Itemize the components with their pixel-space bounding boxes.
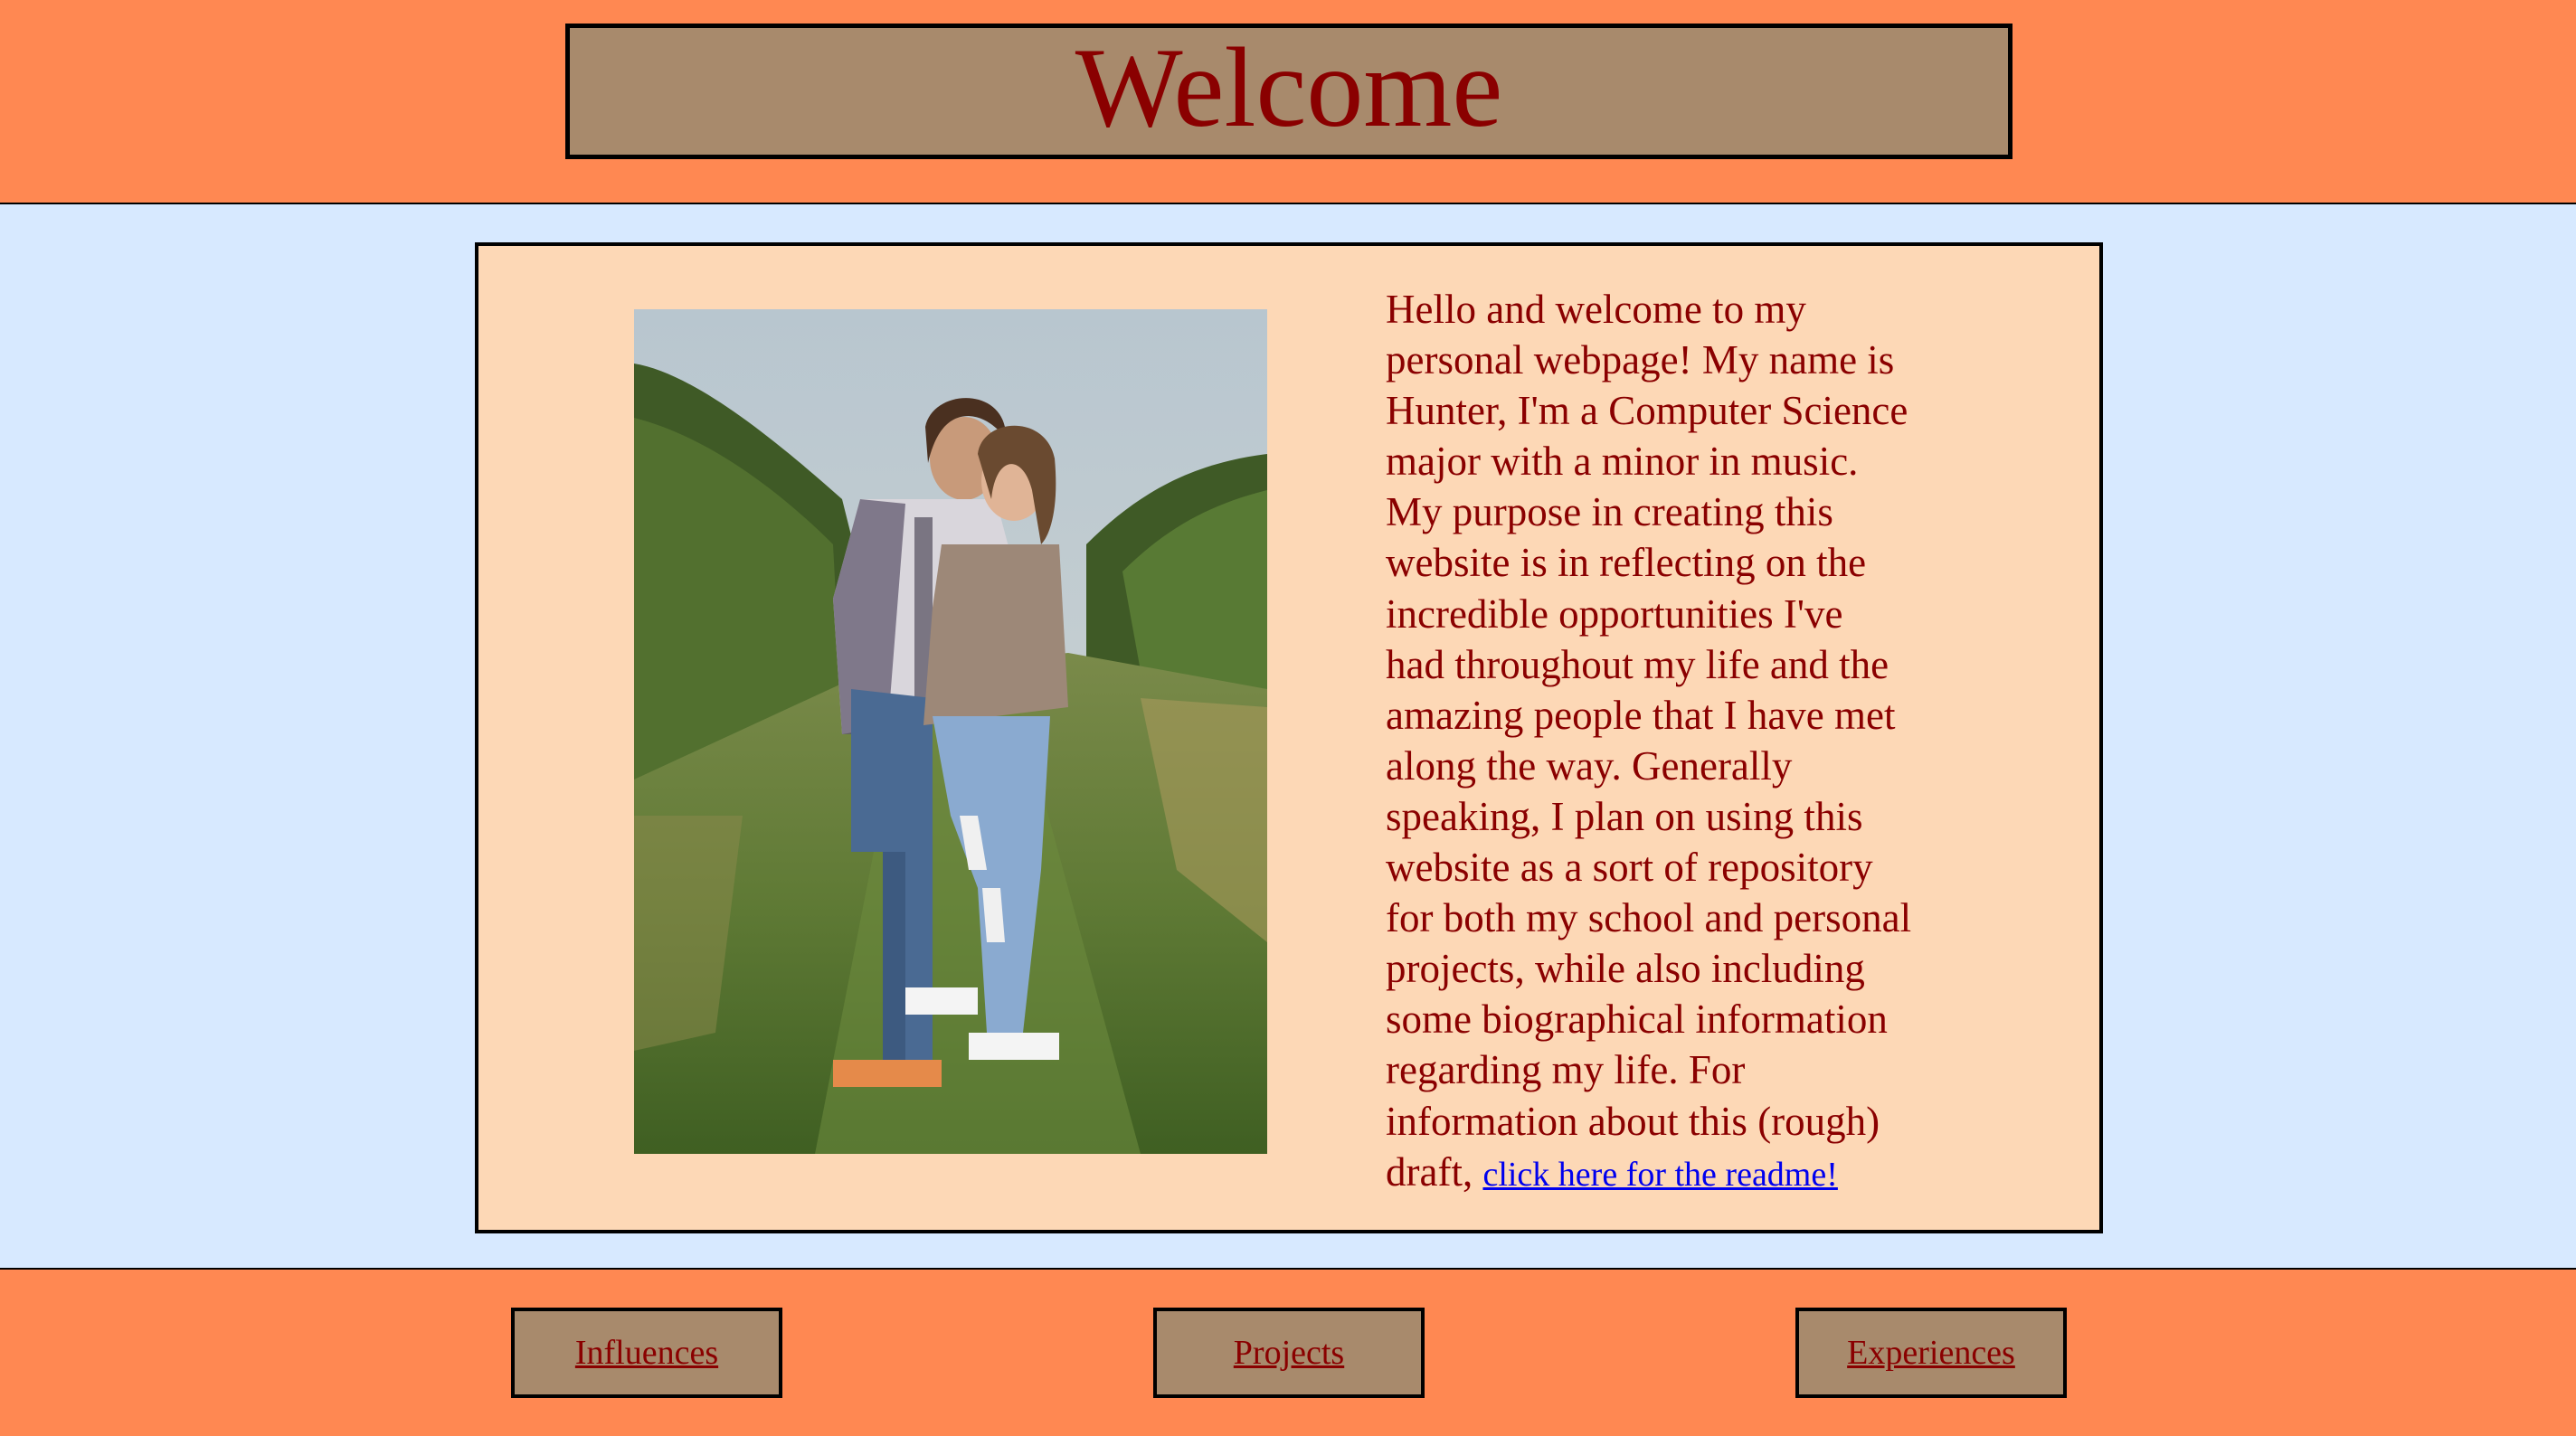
bio-line: amazing people that I have met (1386, 692, 1896, 738)
bio-line: Hunter, I'm a Computer Science (1386, 388, 1908, 434)
bio-line: some biographical information (1386, 997, 1888, 1043)
intro-card: Hello and welcome to my personal webpage… (475, 242, 2103, 1233)
footer-nav: Influences Projects Experiences (0, 1268, 2576, 1436)
bio-text: Hello and welcome to my personal webpage… (1386, 284, 1983, 1200)
nav-link-influences[interactable]: Influences (575, 1333, 718, 1373)
bio-line: regarding my life. For (1386, 1047, 1746, 1093)
nav-box-projects: Projects (1153, 1308, 1425, 1398)
nav-link-experiences[interactable]: Experiences (1847, 1333, 2015, 1373)
bio-line: major with a minor in music. (1386, 439, 1859, 485)
bio-line: speaking, I plan on using this (1386, 793, 1863, 839)
profile-photo (634, 309, 1267, 1154)
bio-line: projects, while also including (1386, 946, 1865, 992)
page-title: Welcome (1075, 25, 1503, 151)
bio-line: along the way. Generally (1386, 742, 1793, 789)
header-banner: Welcome (0, 0, 2576, 204)
bio-line: website as a sort of repository (1386, 845, 1873, 891)
bio-line: had throughout my life and the (1386, 641, 1889, 687)
nav-box-influences: Influences (511, 1308, 782, 1398)
bio-line: for both my school and personal (1386, 895, 1912, 941)
nav-link-projects[interactable]: Projects (1234, 1333, 1344, 1373)
bio-line: information about this (rough) (1386, 1098, 1880, 1144)
bio-line: My purpose in creating this (1386, 489, 1833, 535)
bio-line-prefix: draft, (1386, 1148, 1483, 1195)
bio-line: personal webpage! My name is (1386, 337, 1895, 383)
bio-line: Hello and welcome to my (1386, 287, 1806, 332)
title-box: Welcome (565, 24, 2012, 159)
bio-line: website is in reflecting on the (1386, 540, 1867, 586)
bio-last-line: draft, click here for the readme! (1386, 1147, 1983, 1200)
nav-box-experiences: Experiences (1795, 1308, 2067, 1398)
bio-line: incredible opportunities I've (1386, 590, 1843, 637)
readme-link[interactable]: click here for the readme! (1482, 1156, 1837, 1194)
main-section: Hello and welcome to my personal webpage… (0, 204, 2576, 1268)
